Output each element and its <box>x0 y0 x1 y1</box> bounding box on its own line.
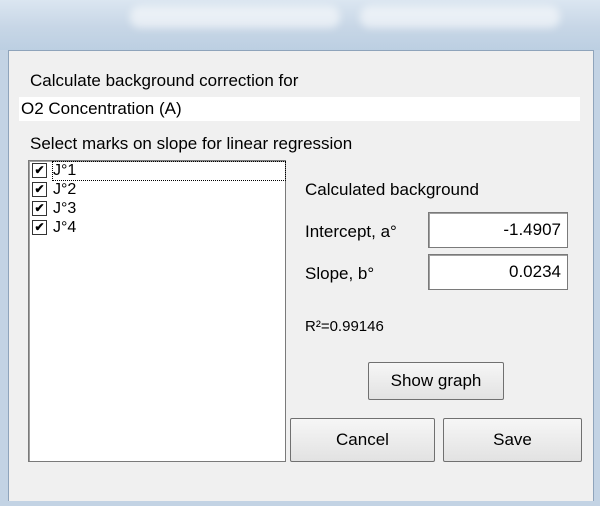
checkbox-checked-icon[interactable]: ✔ <box>32 163 47 178</box>
mark-item-1[interactable]: ✔ J°1 <box>29 160 286 181</box>
target-value: O2 Concentration (A) <box>21 99 182 118</box>
select-marks-label: Select marks on slope for linear regress… <box>30 134 353 153</box>
mark-item-label: J°1 <box>52 160 286 181</box>
checkbox-checked-icon[interactable]: ✔ <box>32 201 47 216</box>
calculated-background-heading: Calculated background <box>305 180 479 199</box>
mark-item-label: J°3 <box>53 199 77 217</box>
intercept-label: Intercept, a° <box>305 222 397 241</box>
blurred-title-right <box>360 6 560 28</box>
checkbox-checked-icon[interactable]: ✔ <box>32 220 47 235</box>
mark-item-label: J°4 <box>53 218 77 236</box>
marks-listbox[interactable]: ✔ J°1 ✔ J°2 ✔ J°3 ✔ J°4 <box>28 160 286 462</box>
mark-item-label: J°2 <box>53 180 77 198</box>
target-field: O2 Concentration (A) <box>19 97 580 121</box>
slope-field[interactable]: 0.0234 <box>428 254 568 290</box>
mark-item-2[interactable]: ✔ J°2 <box>29 180 285 199</box>
mark-item-3[interactable]: ✔ J°3 <box>29 199 285 218</box>
checkbox-checked-icon[interactable]: ✔ <box>32 182 47 197</box>
r-squared-value: R²=0.99146 <box>305 318 384 335</box>
slope-label: Slope, b° <box>305 264 375 283</box>
save-button[interactable]: Save <box>443 418 582 462</box>
blurred-title-left <box>130 6 340 28</box>
window-titlebar <box>0 0 600 50</box>
cancel-button[interactable]: Cancel <box>290 418 435 462</box>
intercept-field[interactable]: -1.4907 <box>428 212 568 248</box>
show-graph-button[interactable]: Show graph <box>368 362 504 400</box>
mark-item-4[interactable]: ✔ J°4 <box>29 218 285 237</box>
calculate-for-label: Calculate background correction for <box>30 71 299 90</box>
window-frame-left <box>0 50 8 506</box>
